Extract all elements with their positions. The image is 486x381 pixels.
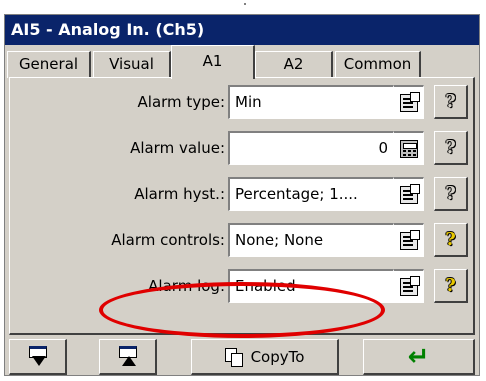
properties-icon xyxy=(399,275,420,296)
alarm-controls-help-button[interactable]: ? xyxy=(434,223,468,257)
alarm-log-help-button[interactable]: ? xyxy=(434,269,468,303)
copyto-label: CopyTo xyxy=(250,347,305,366)
alarm-controls-row: Alarm controls: None; None ? xyxy=(10,218,473,262)
dialog-window: AI5 - Analog In. (Ch5) General Visual A1… xyxy=(4,14,480,376)
alarm-controls-label: Alarm controls: xyxy=(111,231,225,249)
window-title: AI5 - Analog In. (Ch5) xyxy=(5,15,479,45)
alarm-type-help-button[interactable]: ? xyxy=(434,85,468,119)
alarm-hyst-label: Alarm hyst.: xyxy=(134,185,225,203)
alarm-value-label: Alarm value: xyxy=(130,139,225,157)
alarm-value-calc-button[interactable] xyxy=(394,131,424,165)
tab-a2[interactable]: A2 xyxy=(255,51,333,78)
download-icon xyxy=(27,345,49,368)
tab-visual[interactable]: Visual xyxy=(93,51,171,78)
tab-strip: General Visual A1 A2 Common xyxy=(5,45,479,79)
alarm-type-label: Alarm type: xyxy=(137,93,225,111)
copy-icon xyxy=(224,347,243,367)
copyto-button[interactable]: CopyTo xyxy=(191,339,339,375)
alarm-type-field[interactable]: Min xyxy=(228,85,394,119)
properties-icon xyxy=(399,91,420,112)
upload-button[interactable] xyxy=(99,339,157,375)
alarm-hyst-row: Alarm hyst.: Percentage; 1.... ? xyxy=(10,172,473,216)
upload-icon xyxy=(117,345,139,368)
alarm-log-label: Alarm log: xyxy=(148,277,225,295)
alarm-value-field[interactable]: 0 xyxy=(228,131,394,165)
download-button[interactable] xyxy=(9,339,67,375)
alarm-controls-edit-button[interactable] xyxy=(394,223,424,257)
alarm-hyst-edit-button[interactable] xyxy=(394,177,424,211)
tab-general[interactable]: General xyxy=(7,51,91,78)
calculator-icon xyxy=(399,139,418,158)
bottom-toolbar: CopyTo ↵ xyxy=(5,337,479,377)
alarm-type-row: Alarm type: Min ? xyxy=(10,80,473,124)
enter-icon: ↵ xyxy=(407,341,430,372)
alarm-value-row: Alarm value: 0 ? xyxy=(10,126,473,170)
top-tick-mark xyxy=(244,3,246,5)
alarm-value-help-button[interactable]: ? xyxy=(434,131,468,165)
tab-common[interactable]: Common xyxy=(335,51,421,78)
alarm-controls-field[interactable]: None; None xyxy=(228,223,394,257)
tab-a1[interactable]: A1 xyxy=(171,45,255,79)
alarm-hyst-help-button[interactable]: ? xyxy=(434,177,468,211)
a1-panel: Alarm type: Min ? Alarm value: 0 ? Alarm… xyxy=(9,77,475,335)
alarm-type-edit-button[interactable] xyxy=(394,85,424,119)
properties-icon xyxy=(399,183,420,204)
alarm-log-row: Alarm log: Enabled ? xyxy=(10,264,473,308)
alarm-log-edit-button[interactable] xyxy=(394,269,424,303)
properties-icon xyxy=(399,229,420,250)
enter-button[interactable]: ↵ xyxy=(363,339,475,375)
alarm-log-field[interactable]: Enabled xyxy=(228,269,394,303)
alarm-hyst-field[interactable]: Percentage; 1.... xyxy=(228,177,394,211)
